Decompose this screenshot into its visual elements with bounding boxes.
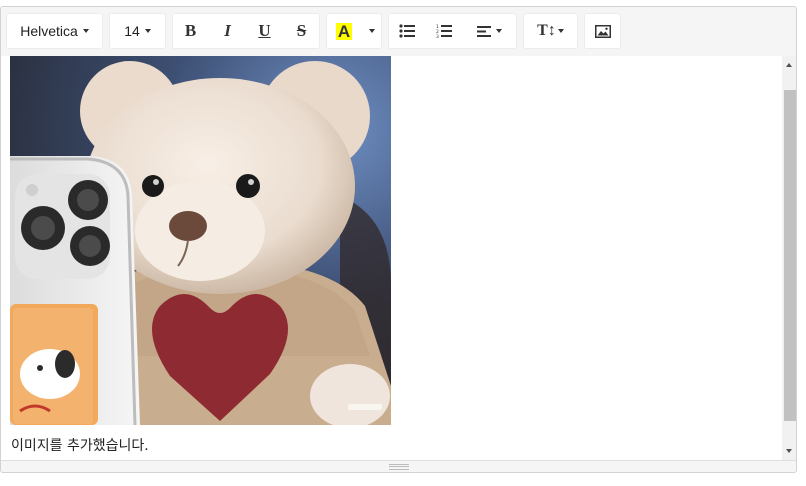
font-family-label: Helvetica	[20, 23, 78, 39]
italic-button[interactable]: I	[209, 13, 246, 49]
chevron-down-icon	[82, 29, 89, 33]
line-height-dropdown[interactable]: T↕	[523, 13, 578, 49]
bullet-list-icon	[398, 24, 415, 38]
caption-text: 이미지를 추가했습니다.	[11, 438, 149, 454]
align-dropdown[interactable]	[462, 13, 517, 49]
scroll-down-arrow-icon[interactable]	[786, 449, 792, 453]
italic-icon: I	[224, 21, 231, 40]
chevron-down-icon	[144, 29, 151, 33]
chevron-down-icon	[496, 29, 502, 33]
strikethrough-icon: S	[296, 21, 307, 40]
vertical-scrollbar[interactable]	[782, 56, 796, 460]
highlight-color-dropdown[interactable]	[362, 13, 382, 49]
text-height-icon: T↕	[537, 22, 556, 39]
font-size-dropdown[interactable]: 14	[109, 13, 166, 49]
font-size-label: 14	[124, 23, 140, 39]
editor-statusbar	[1, 460, 796, 472]
scroll-up-arrow-icon[interactable]	[786, 63, 792, 67]
strikethrough-button[interactable]: S	[283, 13, 320, 49]
highlight-button[interactable]: A	[326, 13, 362, 49]
highlight-color-group: A	[326, 13, 382, 49]
chevron-down-icon	[369, 29, 375, 33]
chevron-down-icon	[557, 29, 564, 33]
numbered-list-button[interactable]: 1 2 3	[425, 13, 462, 49]
align-left-icon	[477, 25, 491, 37]
text-format-group: B I U S	[172, 13, 320, 49]
font-family-dropdown[interactable]: Helvetica	[6, 13, 103, 49]
highlight-icon: A	[335, 21, 353, 41]
bold-button[interactable]: B	[172, 13, 209, 49]
bold-icon: B	[184, 21, 197, 40]
paragraph-group: 1 2 3	[388, 13, 517, 49]
editor-toolbar: Helvetica 14 B I U S A 1 2 3 T↕	[1, 7, 796, 57]
insert-image-button[interactable]	[584, 13, 621, 49]
image-icon	[594, 24, 611, 38]
bullet-list-button[interactable]	[388, 13, 425, 49]
editor-content-area[interactable]: 이미지를 추가했습니다.	[1, 56, 782, 460]
rich-text-editor: Helvetica 14 B I U S A 1 2 3 T↕ 이미지를 추가했…	[0, 6, 797, 473]
resize-handle[interactable]	[389, 464, 409, 470]
underline-button[interactable]: U	[246, 13, 283, 49]
svg-text:3: 3	[436, 34, 439, 38]
underline-icon: U	[258, 21, 271, 40]
numbered-list-icon: 1 2 3	[436, 24, 452, 38]
scroll-thumb[interactable]	[784, 90, 796, 421]
teddy-bear-photo	[10, 56, 391, 425]
